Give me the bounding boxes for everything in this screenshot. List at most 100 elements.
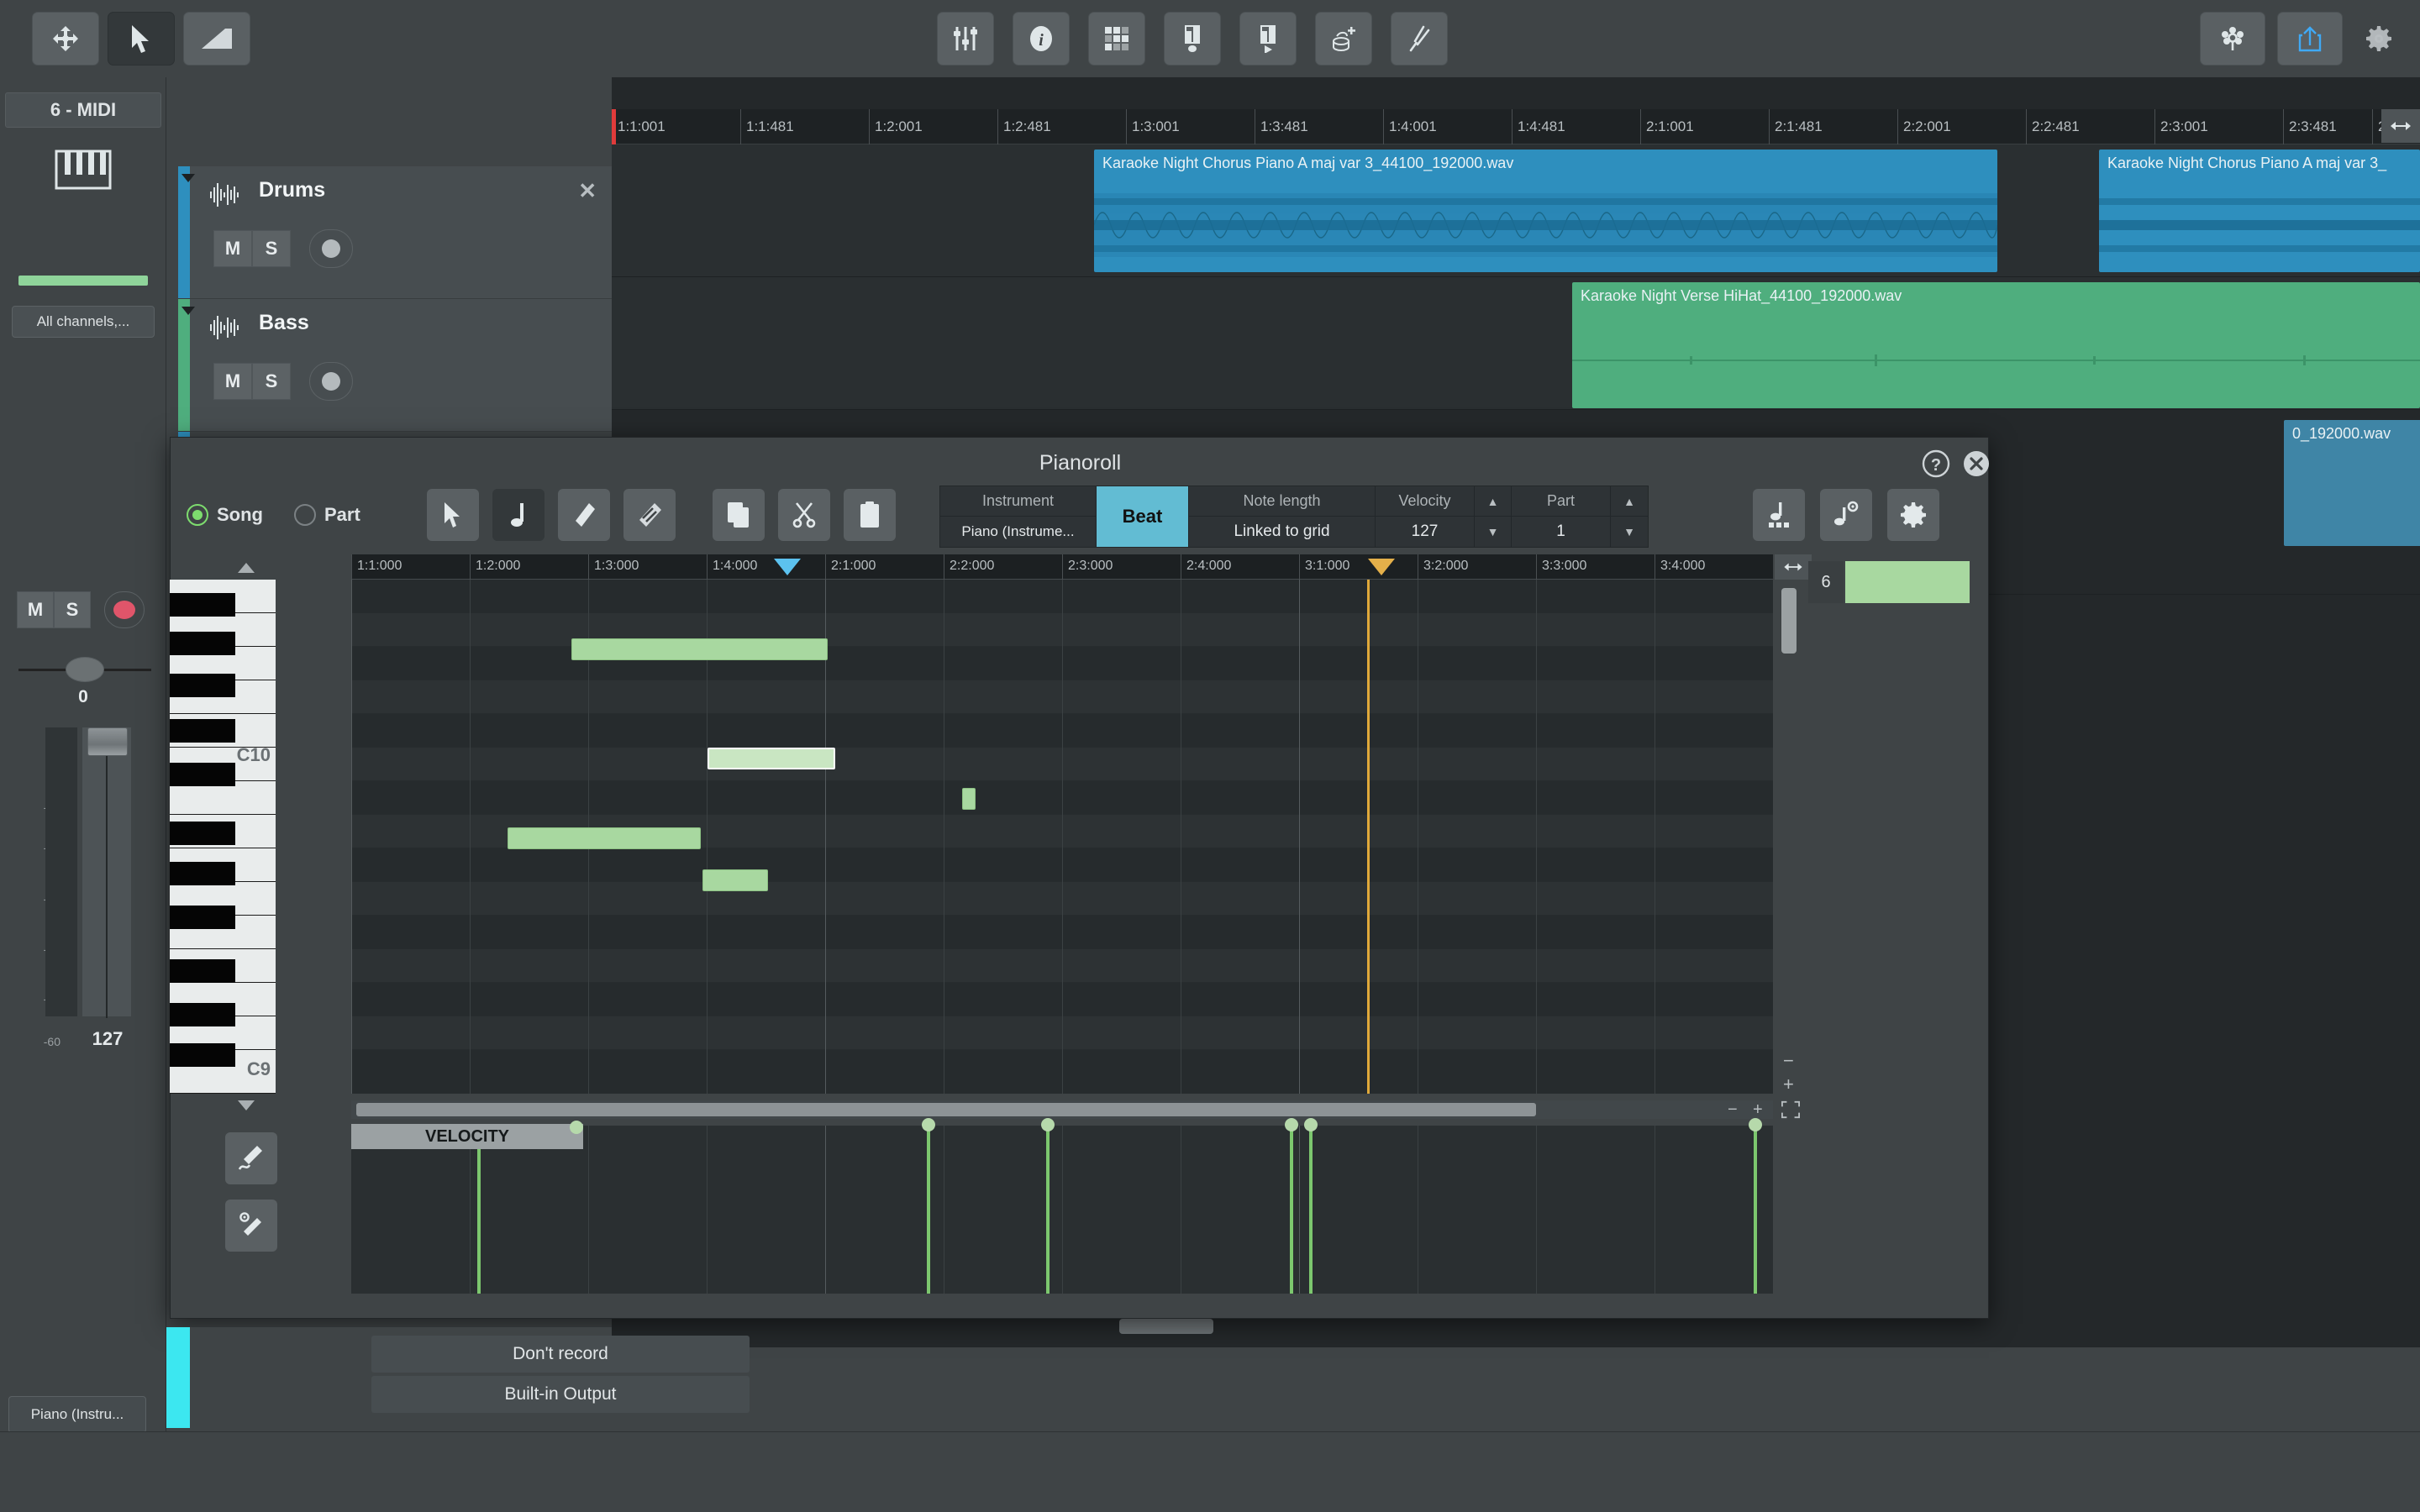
part-strip[interactable]	[1845, 561, 1970, 603]
arrange-horizontal-scrollbar[interactable]	[1119, 1319, 1213, 1334]
velocity-stem[interactable]	[1046, 1126, 1050, 1294]
sampler-button[interactable]	[1164, 12, 1221, 66]
zoom-in-icon[interactable]: +	[1783, 1074, 1794, 1095]
piano-black-key[interactable]	[170, 1043, 235, 1067]
audio-clip[interactable]: Karaoke Night Chorus Piano A maj var 3_4…	[1094, 150, 1997, 272]
add-drummer-button[interactable]	[1315, 12, 1372, 66]
audio-clip[interactable]: Karaoke Night Chorus Piano A maj var 3_	[2099, 150, 2420, 272]
track-solo-button[interactable]: S	[252, 230, 291, 267]
channel-record-arm-button[interactable]	[104, 591, 145, 628]
zoom-in-icon[interactable]: +	[1753, 1100, 1763, 1120]
pianoroll-paste-tool[interactable]	[844, 489, 896, 541]
velocity-stem[interactable]	[1309, 1126, 1313, 1294]
pianoroll-note-tool[interactable]	[492, 489, 544, 541]
pianoroll-grid[interactable]	[351, 580, 1773, 1094]
pianoroll-vertical-scrollbar[interactable]	[1781, 588, 1797, 654]
track-record-arm-button[interactable]	[309, 229, 353, 268]
velocity-stem[interactable]	[927, 1126, 930, 1294]
note-settings-button[interactable]	[1820, 489, 1872, 541]
pianoroll-playhead[interactable]	[1367, 580, 1370, 1094]
midi-note[interactable]	[508, 827, 701, 849]
zoom-out-icon[interactable]: −	[1783, 1050, 1794, 1072]
pianoroll-zoom-handle[interactable]	[1775, 554, 1812, 580]
channel-solo-button[interactable]: S	[54, 591, 91, 628]
draw-automation-button[interactable]	[225, 1132, 277, 1184]
piano-black-key[interactable]	[170, 632, 235, 655]
track-disclosure-icon[interactable]	[180, 304, 198, 322]
midi-note[interactable]	[571, 638, 828, 660]
velocity-handle[interactable]	[570, 1121, 583, 1134]
pianoroll-pointer-tool[interactable]	[427, 489, 479, 541]
piano-black-key[interactable]	[170, 959, 235, 983]
channel-title[interactable]: 6 - MIDI	[5, 92, 161, 128]
arrange-ruler[interactable]: 1:1:001 1:1:481 1:2:001 1:2:481 1:3:001 …	[612, 109, 2420, 144]
track-disclosure-icon[interactable]	[180, 171, 198, 189]
pianoroll-ruler[interactable]: 1:1:000 1:2:000 1:3:000 1:4:000 2:1:000 …	[351, 554, 1773, 580]
player-button[interactable]	[1239, 12, 1297, 66]
chevron-down-icon[interactable]: ▼	[1611, 517, 1648, 547]
record-mode-button[interactable]: Don't record	[371, 1336, 750, 1373]
output-device-button[interactable]: Built-in Output	[371, 1376, 750, 1413]
note-length-field[interactable]: Note length Linked to grid	[1189, 486, 1376, 547]
pianoroll-hscroll-track[interactable]	[351, 1100, 1773, 1119]
mixer-button[interactable]	[937, 12, 994, 66]
piano-black-key[interactable]	[170, 674, 235, 697]
channel-mute-button[interactable]: M	[17, 591, 54, 628]
midi-note[interactable]	[702, 869, 768, 891]
track-name[interactable]: Drums	[259, 178, 325, 202]
beat-field[interactable]: Beat	[1097, 486, 1189, 547]
share-button[interactable]	[2277, 12, 2343, 66]
instrument-button[interactable]: Piano (Instru...	[8, 1396, 146, 1433]
pianoroll-mute-tool[interactable]	[623, 489, 676, 541]
velocity-handle[interactable]	[1749, 1118, 1762, 1131]
velocity-stem[interactable]	[1290, 1126, 1293, 1294]
scroll-up-button[interactable]	[235, 561, 257, 579]
info-button[interactable]: i	[1013, 12, 1070, 66]
piano-black-key[interactable]	[170, 763, 235, 786]
pianoroll-hscroll-thumb[interactable]	[356, 1103, 1536, 1116]
browser-button[interactable]	[1088, 12, 1145, 66]
fit-icon[interactable]	[1780, 1100, 1802, 1123]
instrument-field[interactable]: Instrument Piano (Instrume...	[940, 486, 1097, 547]
move-tool-button[interactable]	[32, 12, 99, 66]
velocity-spinner[interactable]: ▲ ▼	[1475, 486, 1512, 547]
pianoroll-settings-button[interactable]	[1887, 489, 1939, 541]
ruler-zoom-handle[interactable]	[2381, 109, 2420, 143]
piano-black-key[interactable]	[170, 1003, 235, 1026]
chevron-up-icon[interactable]: ▲	[1611, 486, 1648, 517]
fade-tool-button[interactable]	[183, 12, 250, 66]
velocity-stem[interactable]	[477, 1126, 481, 1294]
piano-black-key[interactable]	[170, 593, 235, 617]
pan-slider-knob[interactable]	[66, 657, 104, 682]
volume-fader-handle[interactable]	[87, 727, 128, 756]
velocity-lane-header[interactable]: VELOCITY	[351, 1124, 583, 1149]
loop-marker[interactable]	[773, 558, 802, 580]
velocity-pane[interactable]	[351, 1118, 1773, 1294]
quantize-button[interactable]	[1753, 489, 1805, 541]
loops-button[interactable]	[2200, 12, 2265, 66]
piano-black-key[interactable]	[170, 719, 235, 743]
pianoroll-close-button[interactable]	[1962, 449, 1991, 482]
velocity-handle[interactable]	[922, 1118, 935, 1131]
piano-black-key[interactable]	[170, 862, 235, 885]
piano-black-key[interactable]	[170, 906, 235, 929]
arrange-playhead[interactable]	[612, 109, 616, 144]
velocity-handle[interactable]	[1285, 1118, 1298, 1131]
playhead-marker[interactable]	[1367, 558, 1396, 580]
pointer-tool-button[interactable]	[108, 12, 175, 66]
scope-part-radio[interactable]: Part	[294, 504, 360, 526]
pianoroll-eraser-tool[interactable]	[558, 489, 610, 541]
track-record-arm-button[interactable]	[309, 362, 353, 401]
track-name[interactable]: Bass	[259, 311, 309, 335]
midi-note-selected[interactable]	[708, 748, 835, 769]
audio-clip[interactable]: Karaoke Night Verse HiHat_44100_192000.w…	[1572, 282, 2420, 408]
close-icon[interactable]: ✕	[578, 178, 597, 204]
piano-keyboard[interactable]: C10 C9	[170, 580, 276, 1094]
midi-channel-selector[interactable]: All channels,...	[12, 306, 155, 338]
part-field[interactable]: Part 1	[1512, 486, 1611, 547]
piano-black-key[interactable]	[170, 822, 235, 845]
tuner-button[interactable]	[1391, 12, 1448, 66]
scroll-down-button[interactable]	[235, 1099, 257, 1116]
track-row[interactable]: Bass M S	[178, 299, 612, 432]
midi-note[interactable]	[962, 788, 976, 810]
